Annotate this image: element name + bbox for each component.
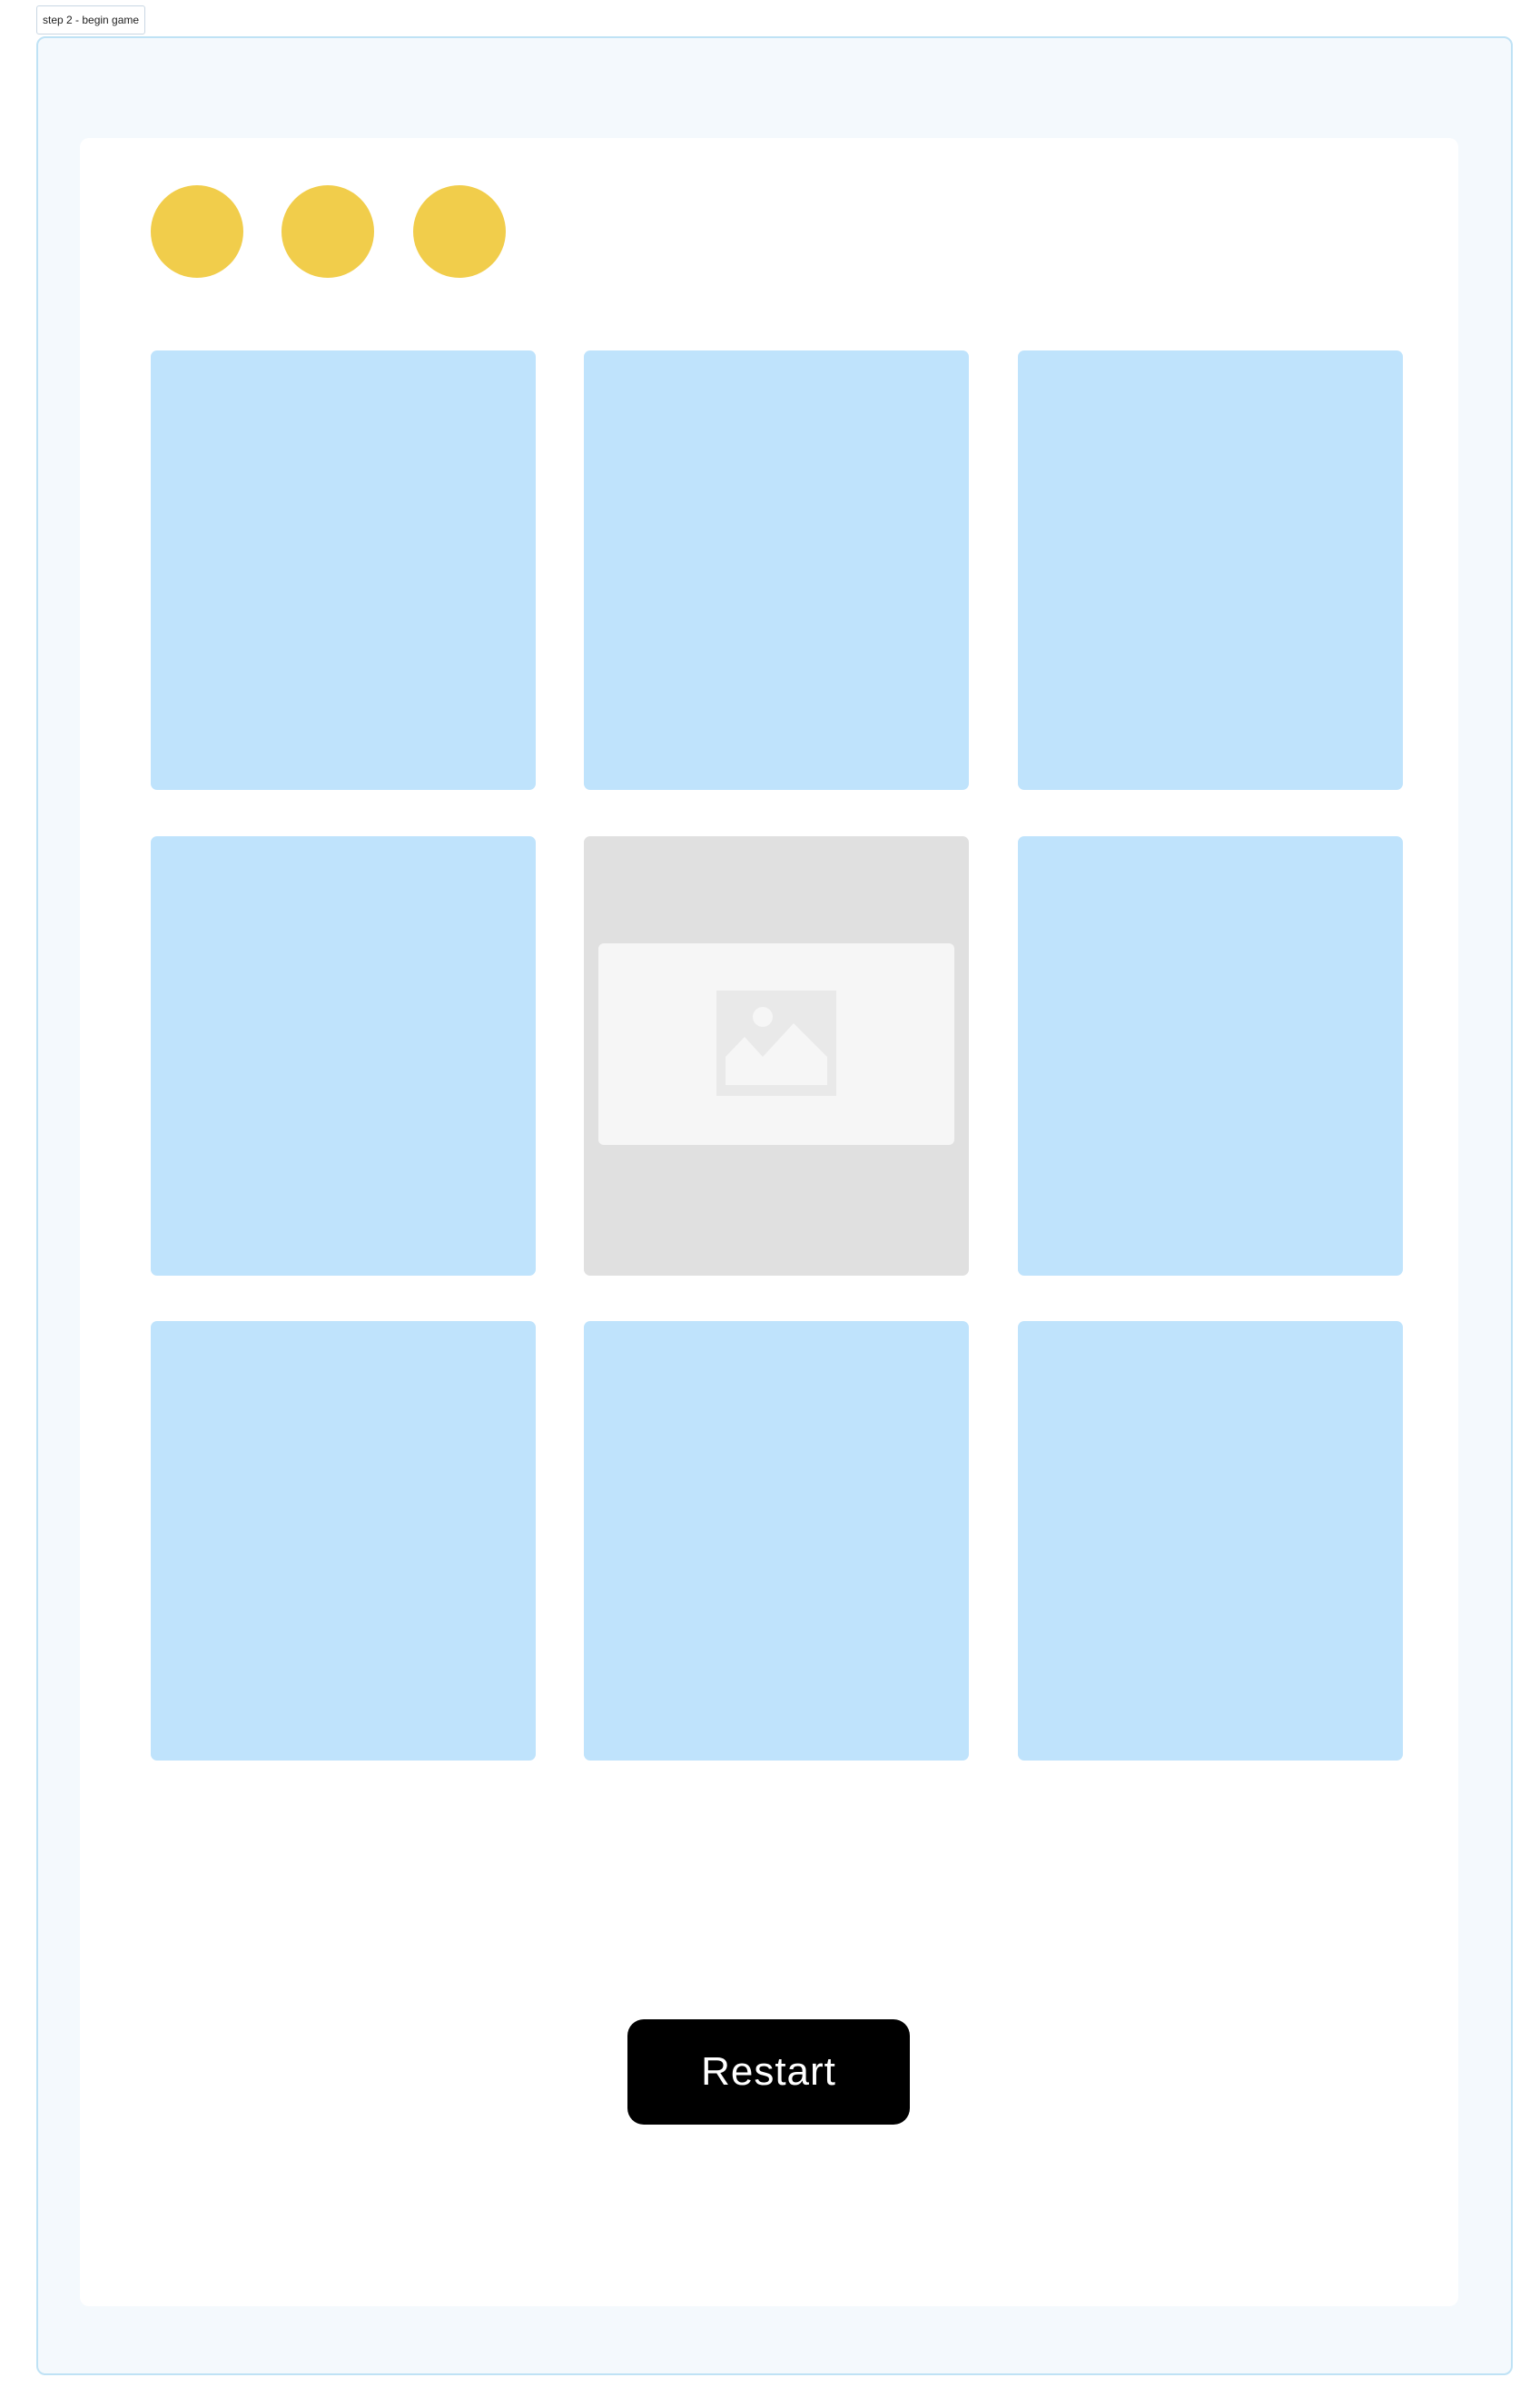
card-back[interactable] [151, 1321, 536, 1761]
card-back[interactable] [584, 350, 969, 790]
card-back[interactable] [151, 836, 536, 1276]
card-back[interactable] [584, 1321, 969, 1761]
card-back[interactable] [1018, 836, 1403, 1276]
card-back[interactable] [151, 350, 536, 790]
life-token [413, 185, 506, 278]
restart-button[interactable]: Restart [627, 2019, 910, 2125]
card-back[interactable] [1018, 350, 1403, 790]
life-token [281, 185, 374, 278]
card-back[interactable] [1018, 1321, 1403, 1761]
life-token [151, 185, 243, 278]
frame-label: step 2 - begin game [36, 5, 146, 35]
card-image [598, 943, 954, 1145]
image-placeholder-icon [716, 991, 836, 1096]
revealed-card[interactable] [584, 836, 969, 1276]
